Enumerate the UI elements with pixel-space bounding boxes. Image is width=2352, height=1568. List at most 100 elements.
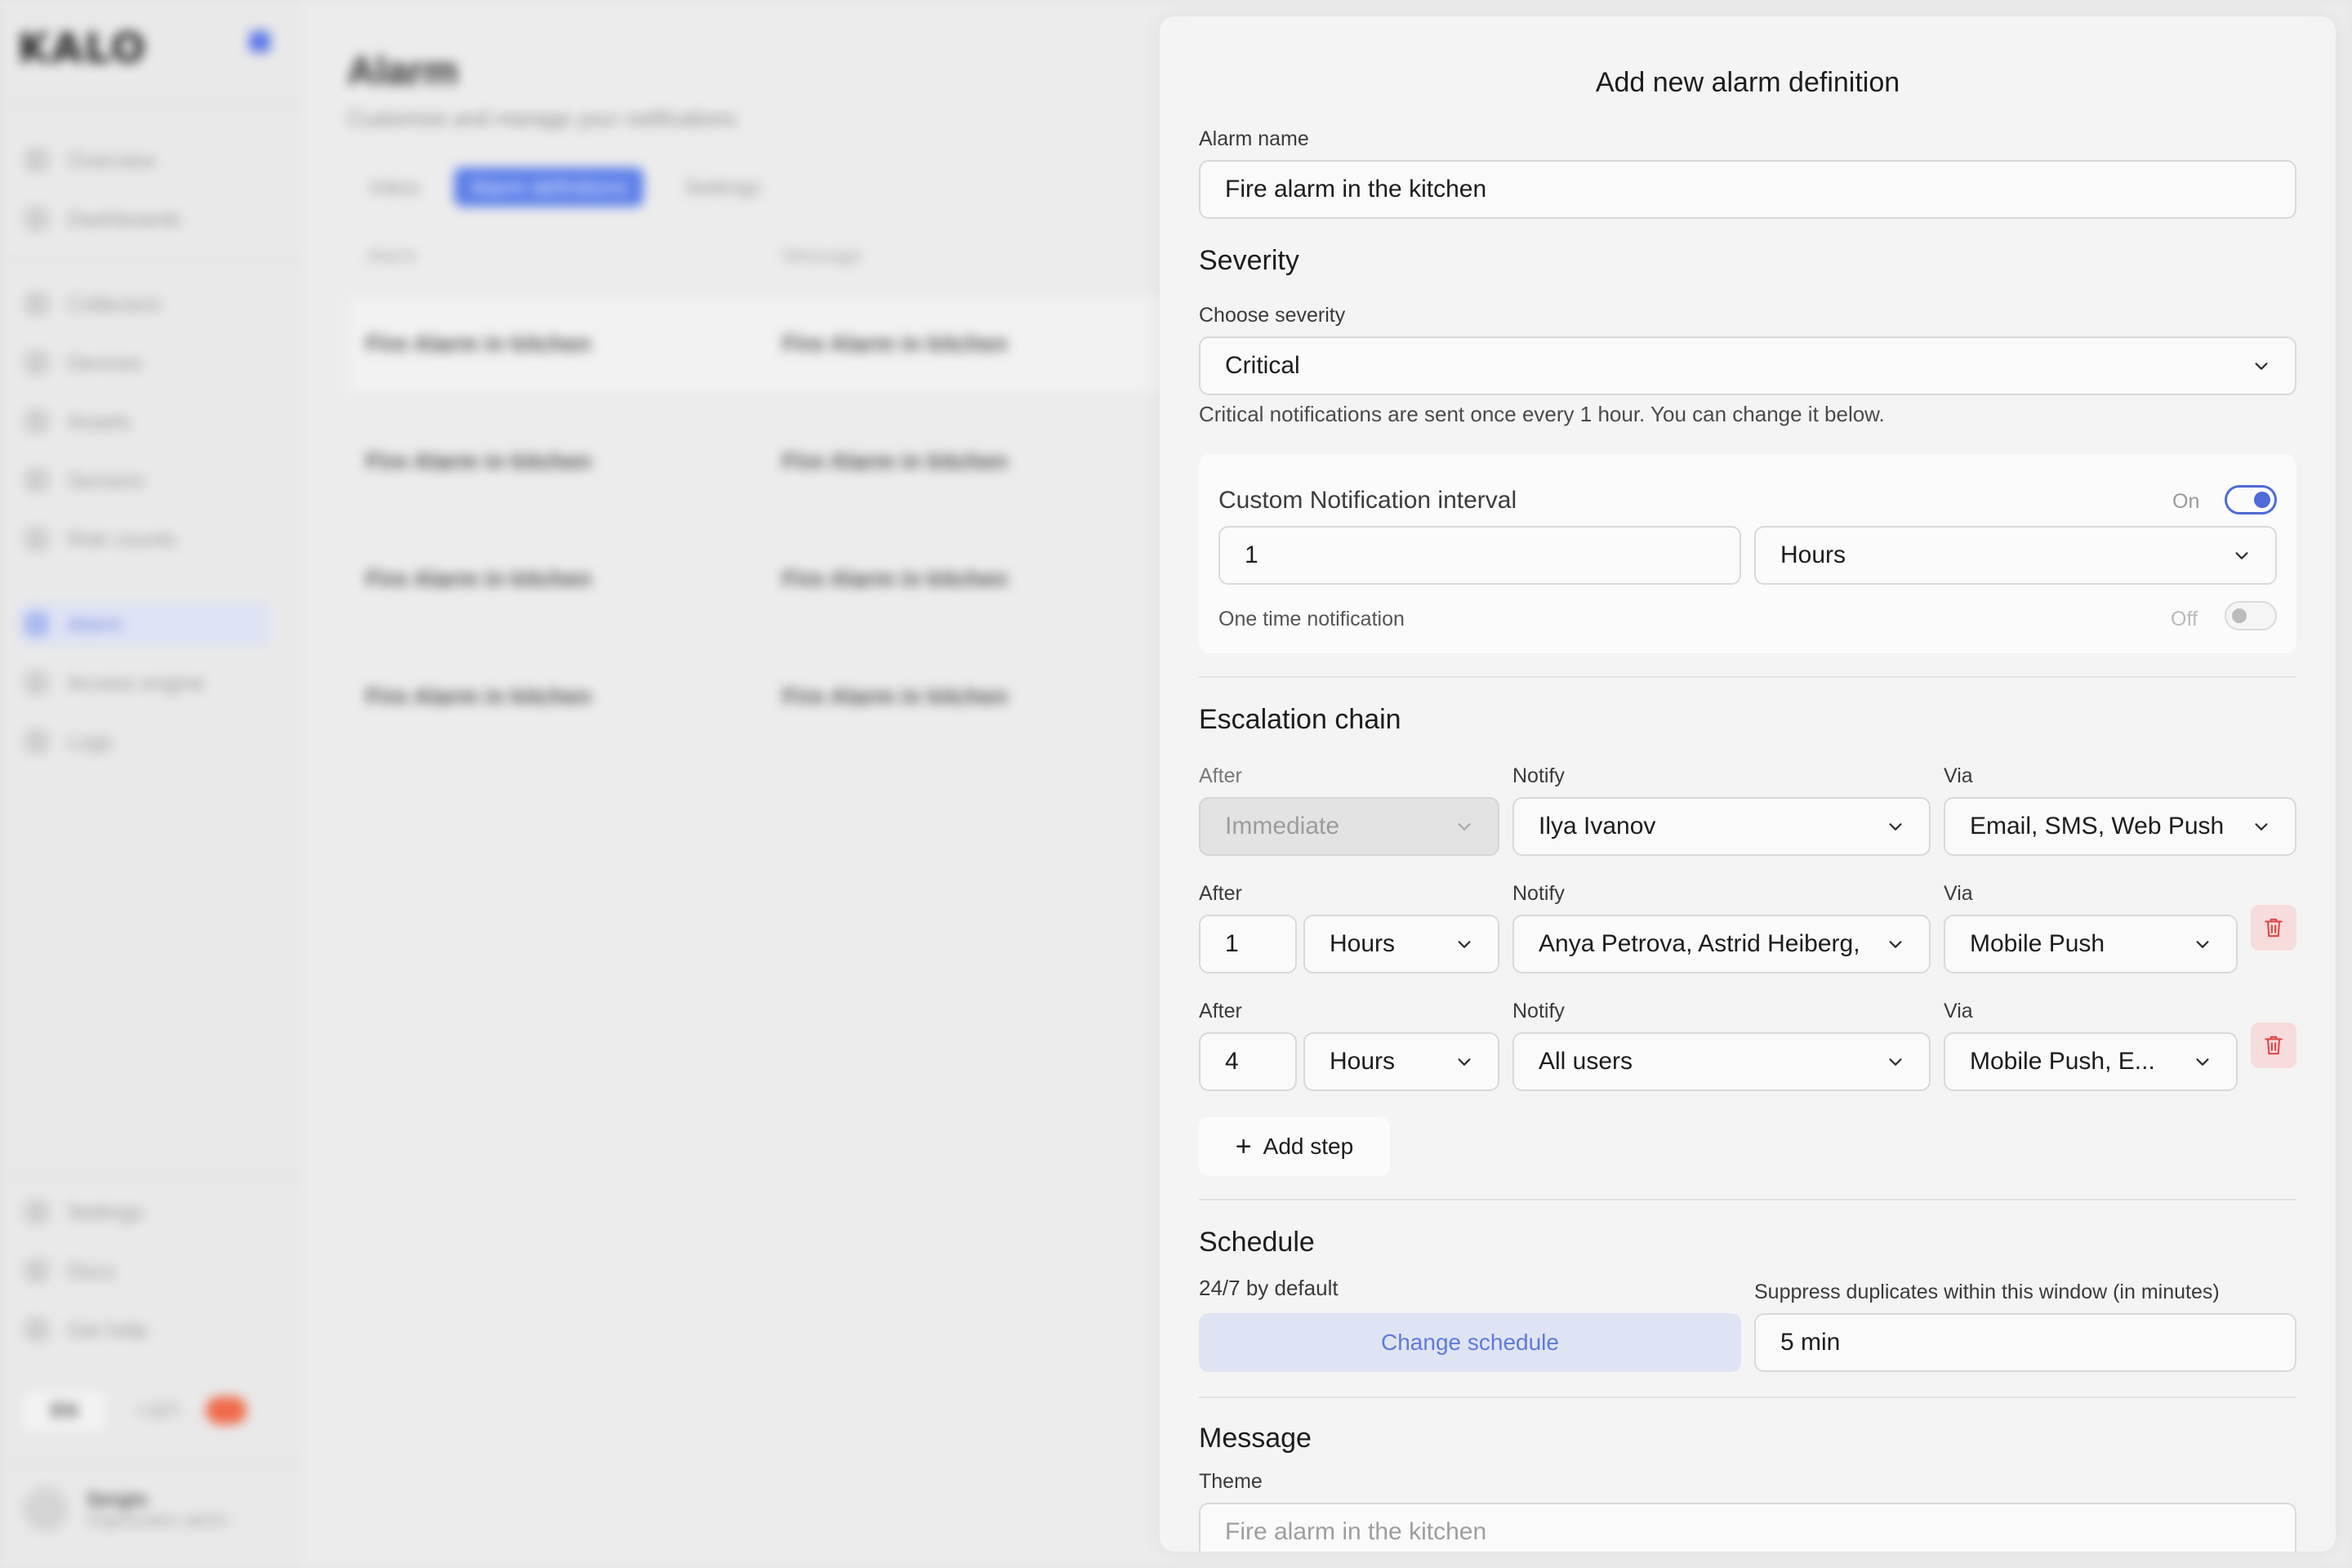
step-3-notify-value: All users xyxy=(1539,1048,1633,1075)
sidebar-item-label: Settings xyxy=(67,1199,144,1224)
language-select[interactable]: EN xyxy=(20,1388,109,1434)
alarm-name-input[interactable]: Fire alarm in the kitchen xyxy=(1199,160,2296,219)
alarm-name-value: Fire alarm in the kitchen xyxy=(1225,176,1487,203)
cell-alarm: Fire Alarm in kitchen xyxy=(366,566,591,591)
chevron-down-icon xyxy=(2196,1058,2209,1066)
dashboard-icon xyxy=(24,207,49,231)
add-step-button[interactable]: + Add step xyxy=(1199,1117,1390,1176)
sidebar-divider xyxy=(0,105,302,106)
step-3-unit-select[interactable]: Hours xyxy=(1303,1032,1499,1091)
step-3-notify-select[interactable]: All users xyxy=(1512,1032,1931,1091)
step-1-notify-value: Ilya Ivanov xyxy=(1539,813,1656,840)
column-header-alarm: Alarm xyxy=(366,245,417,267)
after-label: After xyxy=(1199,882,1242,905)
one-time-toggle[interactable] xyxy=(2225,601,2277,630)
schedule-default-label: 24/7 by default xyxy=(1199,1276,1339,1300)
tab-alarm-definitions[interactable]: Alarm definitions xyxy=(454,167,644,207)
toggle-knob xyxy=(2254,492,2270,508)
panel-title: Add new alarm definition xyxy=(1595,67,1900,98)
sidebar-item-get-help[interactable]: Get help xyxy=(24,1313,278,1346)
via-label: Via xyxy=(1944,1000,1973,1022)
message-heading: Message xyxy=(1199,1423,1312,1454)
suppress-window-input[interactable]: 5 min xyxy=(1754,1313,2296,1372)
custom-interval-card: Custom Notification interval On 1 Hours … xyxy=(1199,454,2296,653)
one-time-state: Off xyxy=(2171,608,2198,630)
step-1-notify-select[interactable]: Ilya Ivanov xyxy=(1512,797,1931,856)
page-title: Alarm xyxy=(347,50,459,93)
sidebar-item-alarm[interactable]: Alarm xyxy=(18,601,271,647)
after-label: After xyxy=(1199,764,1242,787)
step-2-unit-select[interactable]: Hours xyxy=(1303,915,1499,973)
sidebar-item-risk-counts[interactable]: Risk counts xyxy=(24,523,278,555)
chevron-down-icon xyxy=(1458,1058,1471,1066)
sidebar-item-label: Get help xyxy=(67,1316,148,1342)
section-divider xyxy=(1199,1199,2296,1200)
sidebar-divider xyxy=(0,261,302,263)
sidebar-item-sensors[interactable]: Sensors xyxy=(24,464,278,497)
sidebar-item-devices[interactable]: Devices xyxy=(24,346,278,379)
sidebar: KALO Overview Dashboards Collectors Devi… xyxy=(0,0,302,1568)
sidebar-item-dashboards[interactable]: Dashboards xyxy=(24,203,278,235)
step-2-notify-select[interactable]: Anya Petrova, Astrid Heiberg, xyxy=(1512,915,1931,973)
delete-step-2-button[interactable] xyxy=(2251,905,2296,951)
step-2-amount-input[interactable]: 1 xyxy=(1199,915,1297,973)
tab-settings[interactable]: Settings xyxy=(668,167,777,207)
sidebar-item-logs[interactable]: Logs xyxy=(24,725,278,758)
step-1-via-value: Email, SMS, Web Push xyxy=(1970,813,2225,840)
sidebar-item-settings[interactable]: Settings xyxy=(24,1196,278,1228)
table-row[interactable]: Fire Alarm in kitchen Fire Alarm in kitc… xyxy=(347,648,1245,746)
page-subtitle: Customize and manage your notifications xyxy=(347,106,737,131)
after-label: After xyxy=(1199,1000,1242,1022)
user-name: Sergio xyxy=(87,1488,148,1511)
table-row[interactable]: Fire Alarm in kitchen Fire Alarm in kitc… xyxy=(347,531,1245,629)
sidebar-item-access-engine[interactable]: Access engine xyxy=(24,666,278,699)
step-1-via-select[interactable]: Email, SMS, Web Push xyxy=(1944,797,2296,856)
overview-icon xyxy=(24,148,49,172)
step-2-unit-value: Hours xyxy=(1330,930,1396,957)
asset-icon xyxy=(24,409,49,434)
device-icon xyxy=(24,350,49,375)
table-row[interactable]: Fire Alarm in kitchen Fire Alarm in kitc… xyxy=(347,413,1245,511)
custom-interval-toggle[interactable] xyxy=(2225,485,2277,514)
alarm-name-label: Alarm name xyxy=(1199,127,1309,150)
step-2-via-select[interactable]: Mobile Push xyxy=(1944,915,2238,973)
table-row[interactable]: Fire Alarm in kitchen Fire Alarm in kitc… xyxy=(347,296,1245,394)
sidebar-item-label: Alarm xyxy=(67,611,122,636)
custom-interval-title: Custom Notification interval xyxy=(1218,487,1517,514)
user-profile[interactable]: Sergio Organization admin xyxy=(23,1486,228,1532)
step-3-via-value: Mobile Push, E... xyxy=(1970,1048,2155,1075)
sidebar-item-overview[interactable]: Overview xyxy=(24,144,278,176)
step-2-amount-value: 1 xyxy=(1225,930,1239,957)
theme-input[interactable]: Fire alarm in the kitchen xyxy=(1199,1503,2296,1552)
chevron-down-icon xyxy=(2255,363,2268,370)
notification-dot-icon xyxy=(249,31,270,52)
sidebar-item-collectors[interactable]: Collectors xyxy=(24,287,278,320)
sidebar-divider xyxy=(0,1176,302,1178)
choose-severity-label: Choose severity xyxy=(1199,304,1346,327)
chevron-down-icon xyxy=(2255,823,2268,831)
step-2-notify-value: Anya Petrova, Astrid Heiberg, xyxy=(1539,930,1860,957)
help-icon xyxy=(24,1317,49,1342)
sidebar-item-label: Sensors xyxy=(67,467,145,492)
tab-inbox[interactable]: Inbox xyxy=(353,167,438,207)
sidebar-item-label: Devices xyxy=(67,350,143,375)
cell-alarm: Fire Alarm in kitchen xyxy=(366,448,591,474)
change-schedule-button[interactable]: Change schedule xyxy=(1199,1313,1741,1372)
sidebar-item-label: Assets xyxy=(67,408,131,434)
step-3-amount-input[interactable]: 4 xyxy=(1199,1032,1297,1091)
severity-note: Critical notifications are sent once eve… xyxy=(1199,402,1885,426)
plus-icon: + xyxy=(1235,1131,1252,1162)
interval-amount-input[interactable]: 1 xyxy=(1218,526,1741,585)
user-role: Organization admin xyxy=(87,1511,229,1530)
section-divider xyxy=(1199,676,2296,678)
step-3-via-select[interactable]: Mobile Push, E... xyxy=(1944,1032,2238,1091)
sidebar-item-assets[interactable]: Assets xyxy=(24,405,278,438)
column-header-message: Message xyxy=(782,245,862,267)
sidebar-item-docs[interactable]: Docs xyxy=(24,1254,278,1287)
sidebar-item-label: Docs xyxy=(67,1258,116,1283)
interval-unit-select[interactable]: Hours xyxy=(1754,526,2277,585)
theme-toggle[interactable] xyxy=(206,1396,247,1424)
step-3-unit-value: Hours xyxy=(1330,1048,1396,1075)
severity-select[interactable]: Critical xyxy=(1199,336,2296,395)
delete-step-3-button[interactable] xyxy=(2251,1022,2296,1068)
